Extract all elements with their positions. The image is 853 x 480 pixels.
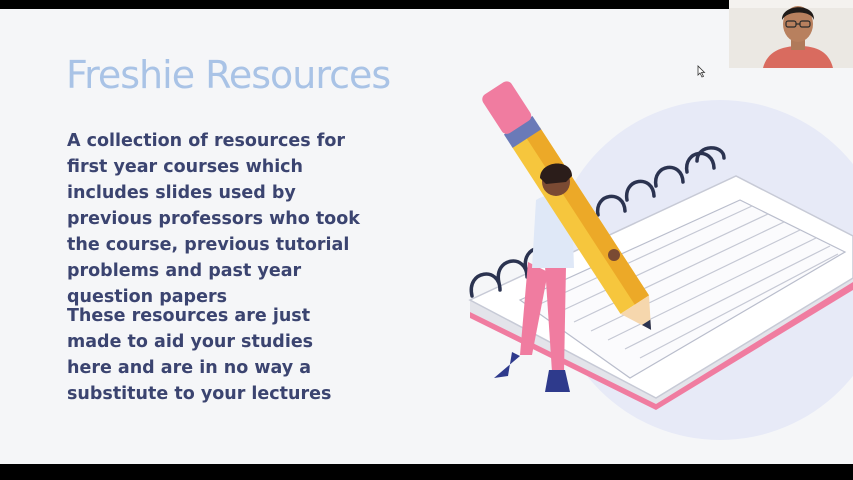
slide-title: Freshie Resources [66, 53, 391, 97]
participant-avatar [729, 0, 853, 68]
mouse-cursor-icon [697, 65, 706, 78]
notebook-pencil-illustration [468, 81, 853, 440]
slide-paragraph-2: These resources are just made to aid you… [67, 306, 332, 404]
bottom-letterbox-bar [0, 464, 853, 480]
presentation-slide: Freshie Resources A collection of resour… [0, 9, 853, 464]
slide-paragraph-1: A collection of resources for first year… [67, 131, 360, 307]
top-letterbox-bar [0, 0, 853, 9]
webcam-participant [729, 0, 853, 68]
